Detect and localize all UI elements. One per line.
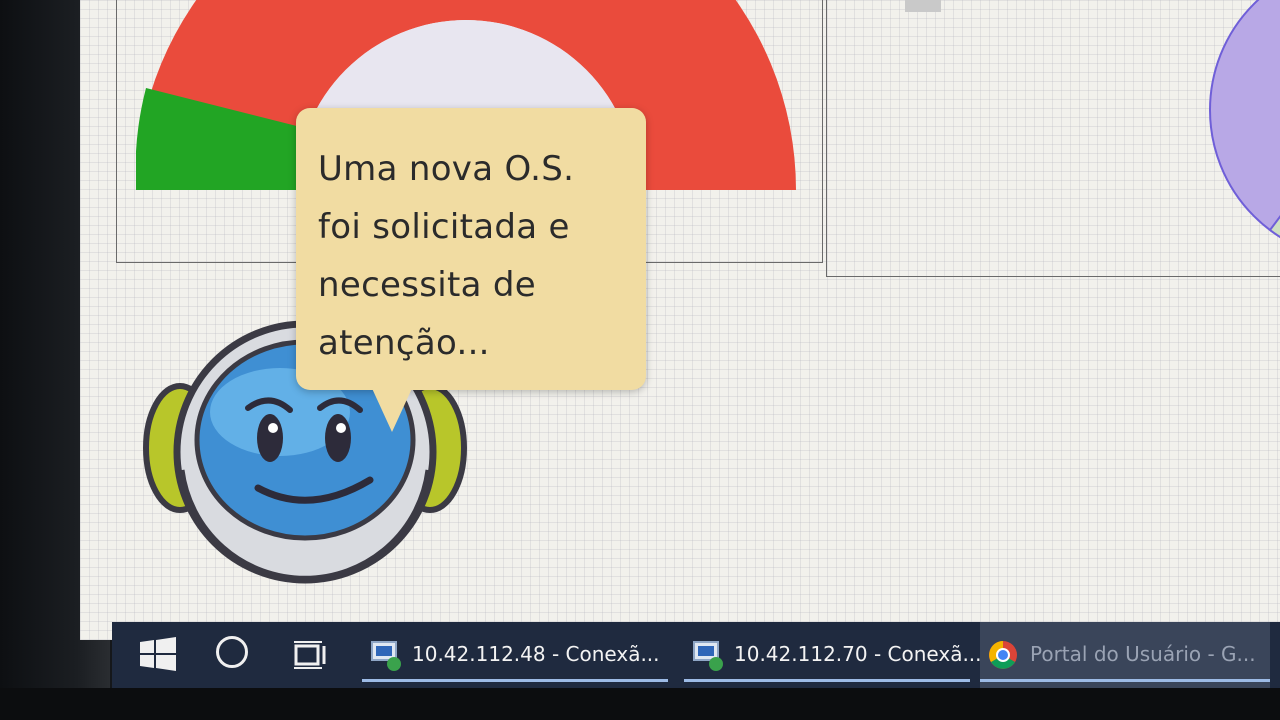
taskbar-app-rdp-70[interactable]: 10.42.112.70 - Conexã... bbox=[684, 622, 982, 688]
windows-taskbar: 10.42.112.48 - Conexã... 10.42.112.70 - … bbox=[112, 622, 1280, 688]
windows-start-icon[interactable] bbox=[140, 637, 176, 671]
taskbar-app-rdp-48[interactable]: 10.42.112.48 - Conexã... bbox=[362, 622, 668, 688]
taskbar-app-label: 10.42.112.70 - Conexã... bbox=[734, 642, 982, 666]
notification-bubble[interactable]: Uma nova O.S. foi solicitada e necessita… bbox=[296, 108, 646, 390]
notification-message: Uma nova O.S. foi solicitada e necessita… bbox=[318, 140, 638, 372]
notification-line-1: Uma nova O.S. bbox=[318, 149, 575, 189]
taskbar-app-indicator bbox=[684, 679, 970, 682]
monitor-bottom-bezel bbox=[0, 688, 1280, 720]
notification-bubble-tail bbox=[370, 384, 414, 432]
panel-header-block bbox=[905, 0, 941, 12]
task-view-icon[interactable] bbox=[292, 640, 328, 670]
remote-desktop-icon bbox=[371, 641, 401, 671]
taskbar-app-label: 10.42.112.48 - Conexã... bbox=[412, 642, 660, 666]
pie-slice-purple bbox=[1209, 0, 1280, 239]
taskbar-app-chrome[interactable]: Portal do Usuário - G... bbox=[980, 622, 1270, 688]
taskbar-app-label: Portal do Usuário - G... bbox=[1030, 642, 1256, 666]
chrome-icon bbox=[989, 641, 1017, 669]
notification-line-3: necessita de bbox=[318, 265, 537, 305]
cortana-search-icon[interactable] bbox=[216, 636, 248, 668]
notification-line-4: atenção... bbox=[318, 323, 490, 363]
dashboard-screen: Uma nova O.S. foi solicitada e necessita… bbox=[80, 0, 1280, 640]
taskbar-app-indicator bbox=[980, 679, 1270, 682]
remote-desktop-icon bbox=[693, 641, 723, 671]
pie-chart bbox=[1209, 0, 1280, 239]
notification-line-2: foi solicitada e bbox=[318, 207, 570, 247]
taskbar-app-indicator bbox=[362, 679, 668, 682]
